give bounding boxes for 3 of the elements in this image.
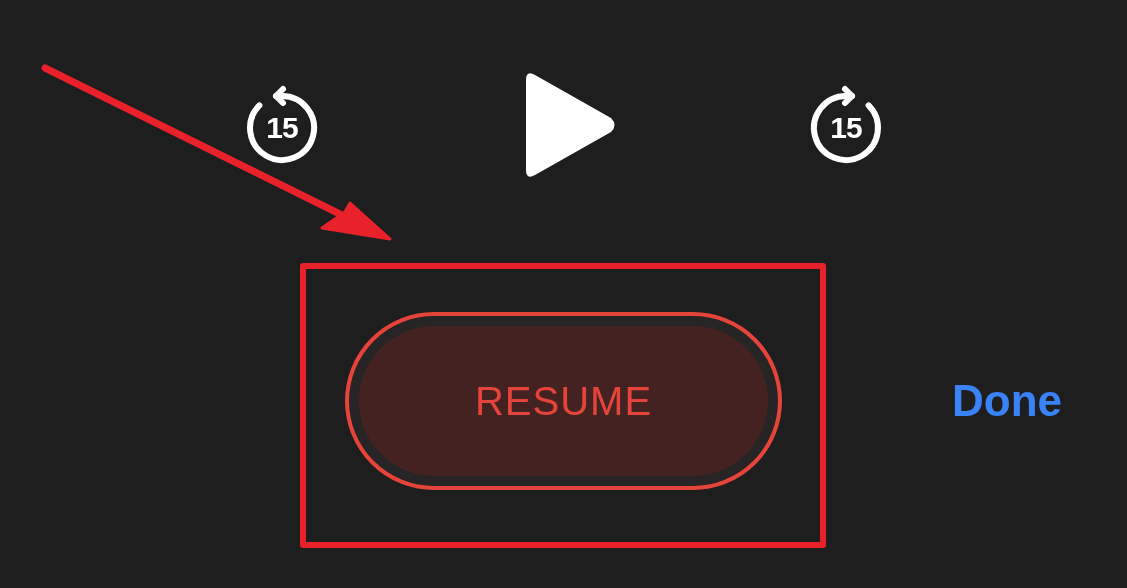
skip-back-button[interactable]: 15 xyxy=(242,84,322,166)
skip-forward-button[interactable]: 15 xyxy=(806,84,886,166)
done-button[interactable]: Done xyxy=(952,376,1062,426)
